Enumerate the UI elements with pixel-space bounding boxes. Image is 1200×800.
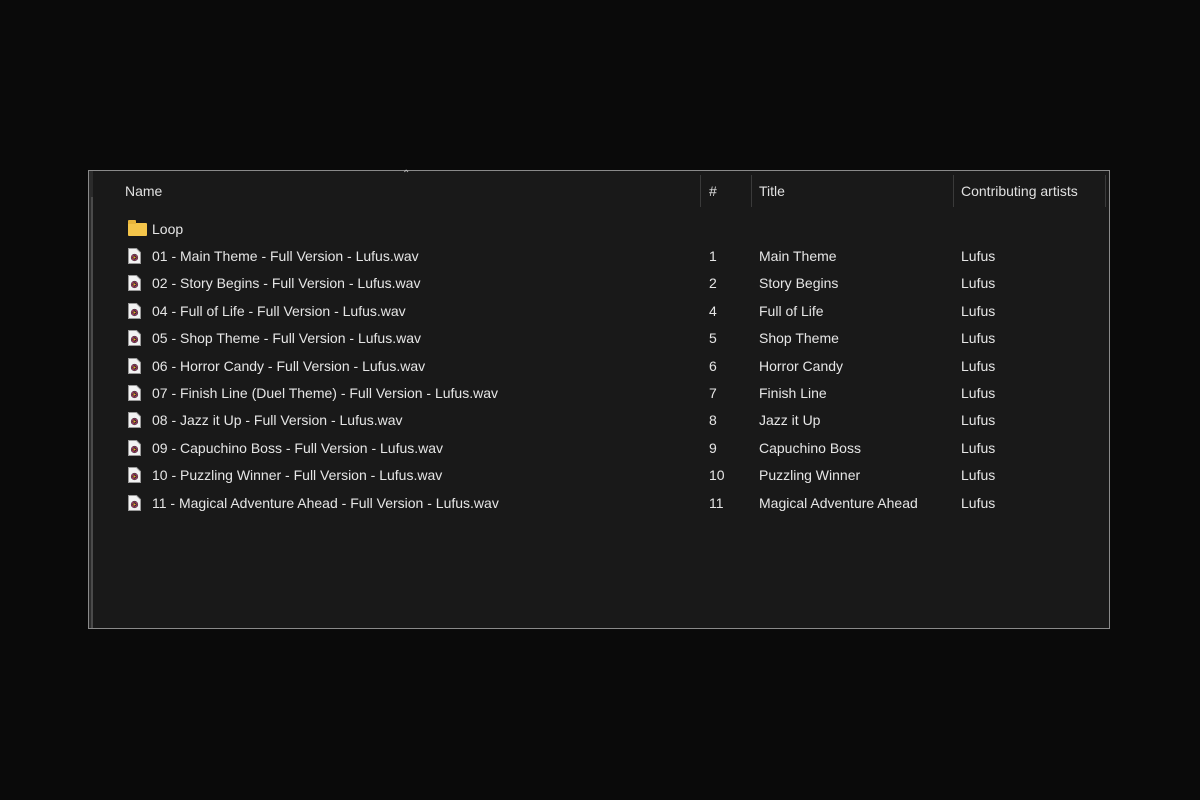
track-title: Main Theme (759, 248, 837, 264)
contributing-artist: Lufus (961, 439, 996, 456)
folder-icon (128, 220, 147, 236)
file-row[interactable]: 10 - Puzzling Winner - Full Version - Lu… (89, 462, 1109, 489)
track-number: 10 (709, 467, 725, 484)
track-title: Puzzling Winner (759, 467, 861, 484)
file-row[interactable]: 05 - Shop Theme - Full Version - Lufus.w… (89, 325, 1109, 352)
file-row[interactable]: 08 - Jazz it Up - Full Version - Lufus.w… (89, 407, 1109, 434)
column-title[interactable]: Title (759, 171, 949, 207)
contributing-artist: Lufus (961, 385, 996, 401)
file-name: 02 - Story Begins - Full Version - Lufus… (152, 275, 421, 292)
track-number: 8 (709, 412, 717, 429)
file-explorer-window: ⌃ Name # Title Contributing artists Loop… (88, 169, 1110, 629)
audio-file-icon (128, 330, 141, 347)
column-divider[interactable] (751, 175, 752, 207)
track-title: Story Begins (759, 275, 839, 292)
file-name: 11 - Magical Adventure Ahead - Full Vers… (152, 494, 499, 511)
file-name: 06 - Horror Candy - Full Version - Lufus… (152, 357, 426, 374)
track-number: 2 (709, 275, 717, 292)
contributing-artist: Lufus (961, 248, 996, 264)
track-number: 6 (709, 357, 717, 374)
file-name: 01 - Main Theme - Full Version - Lufus.w… (152, 248, 419, 264)
audio-file-icon (128, 248, 141, 264)
file-name: 07 - Finish Line (Duel Theme) - Full Ver… (152, 385, 498, 401)
file-row[interactable]: 11 - Magical Adventure Ahead - Full Vers… (89, 490, 1109, 517)
audio-file-icon (128, 385, 141, 401)
contributing-artist: Lufus (961, 412, 996, 429)
audio-file-icon (128, 357, 141, 374)
audio-file-icon (128, 412, 141, 429)
file-name: 09 - Capuchino Boss - Full Version - Luf… (152, 439, 444, 456)
file-name: 10 - Puzzling Winner - Full Version - Lu… (152, 467, 443, 484)
audio-file-icon (128, 467, 141, 484)
track-title: Finish Line (759, 385, 827, 401)
audio-file-icon (128, 302, 141, 319)
column-header: ⌃ Name # Title Contributing artists (89, 169, 1109, 207)
column-number[interactable]: # (709, 171, 749, 207)
file-row[interactable]: 01 - Main Theme - Full Version - Lufus.w… (89, 243, 1109, 270)
track-number: 4 (709, 302, 717, 319)
contributing-artist: Lufus (961, 494, 996, 511)
file-row[interactable]: 09 - Capuchino Boss - Full Version - Luf… (89, 435, 1109, 462)
file-row[interactable]: 07 - Finish Line (Duel Theme) - Full Ver… (89, 380, 1109, 407)
track-title: Capuchino Boss (759, 439, 861, 456)
track-title: Horror Candy (759, 357, 844, 374)
column-divider[interactable] (1105, 175, 1106, 207)
track-number: 5 (709, 330, 717, 347)
track-title: Magical Adventure Ahead (759, 494, 918, 511)
file-row[interactable]: 02 - Story Begins - Full Version - Lufus… (89, 270, 1109, 297)
folder-row[interactable]: Loop (89, 216, 1109, 243)
contributing-artist: Lufus (961, 467, 996, 484)
folder-name: Loop (152, 221, 184, 237)
track-number: 9 (709, 439, 717, 456)
audio-file-icon (128, 275, 141, 292)
column-divider[interactable] (953, 175, 954, 207)
column-divider[interactable] (700, 175, 701, 207)
track-number: 7 (709, 385, 717, 401)
file-name: 05 - Shop Theme - Full Version - Lufus.w… (152, 330, 421, 347)
file-row[interactable]: 06 - Horror Candy - Full Version - Lufus… (89, 353, 1109, 380)
track-title: Shop Theme (759, 330, 839, 347)
contributing-artist: Lufus (961, 302, 996, 319)
contributing-artist: Lufus (961, 330, 996, 347)
audio-file-icon (128, 494, 141, 511)
column-name[interactable]: Name (125, 171, 699, 207)
track-title: Full of Life (759, 302, 824, 319)
contributing-artist: Lufus (961, 275, 996, 292)
column-contributing-artists[interactable]: Contributing artists (961, 171, 1101, 207)
contributing-artist: Lufus (961, 357, 996, 374)
file-row[interactable]: 04 - Full of Life - Full Version - Lufus… (89, 298, 1109, 325)
track-number: 11 (709, 494, 724, 511)
audio-file-icon (128, 439, 141, 456)
file-name: 04 - Full of Life - Full Version - Lufus… (152, 302, 406, 319)
track-title: Jazz it Up (759, 412, 821, 429)
track-number: 1 (709, 248, 717, 264)
file-name: 08 - Jazz it Up - Full Version - Lufus.w… (152, 412, 403, 429)
